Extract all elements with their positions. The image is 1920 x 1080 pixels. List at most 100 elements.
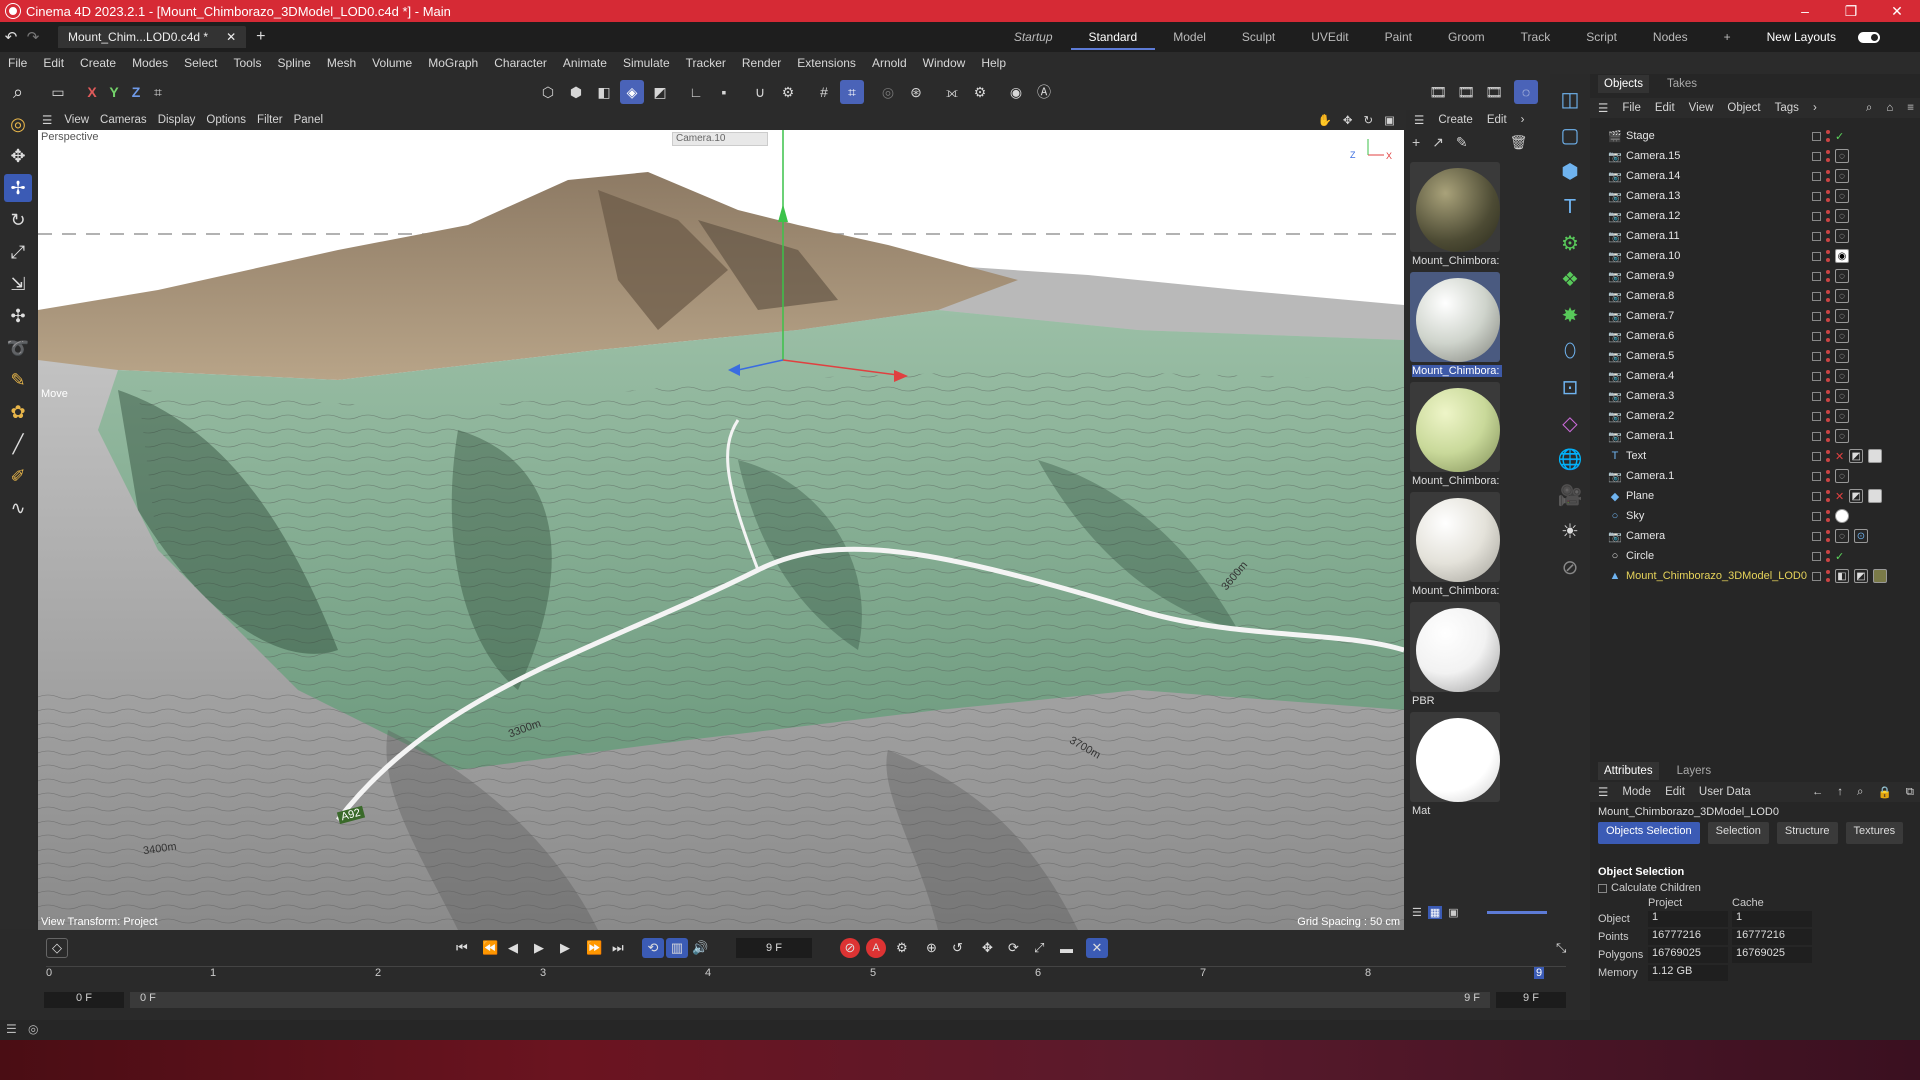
list-item[interactable]: ▲ Mount_Chimborazo_3DModel_LOD0 ◧ ◩ <box>1590 566 1920 586</box>
key-param-icon[interactable]: ⤢ <box>1034 938 1044 958</box>
maximize-button[interactable]: ❐ <box>1828 3 1874 20</box>
menu-file[interactable]: File <box>0 56 35 70</box>
lasso-tool-icon[interactable]: ➰ <box>4 334 32 362</box>
layout-sculpt[interactable]: Sculpt <box>1224 30 1293 44</box>
visibility-dots[interactable] <box>1826 250 1830 262</box>
layout-standard[interactable]: Standard <box>1070 24 1156 50</box>
material-swatch[interactable]: Mount_Chimbora: <box>1410 382 1500 492</box>
next-frame-icon[interactable]: ▶ <box>560 938 570 958</box>
enable-checkbox[interactable] <box>1812 251 1821 261</box>
delete-material-icon[interactable]: 🗑 <box>1510 134 1528 151</box>
enable-checkbox[interactable] <box>1812 371 1821 381</box>
key-position-icon[interactable]: ⊕ <box>926 938 937 958</box>
enable-checkbox[interactable] <box>1812 351 1821 361</box>
active-camera-tag[interactable]: Camera.10 <box>672 132 768 146</box>
object-menu-object[interactable]: Object <box>1727 102 1760 114</box>
list-item[interactable]: 📷 Camera.1 ◌ <box>1590 426 1920 446</box>
menu-arnold[interactable]: Arnold <box>864 56 915 70</box>
lock-icon[interactable]: 🔒 <box>1877 785 1891 799</box>
phong-tag-icon[interactable]: ◧ <box>1835 569 1849 583</box>
layout-uvedit[interactable]: UVEdit <box>1293 30 1366 44</box>
brush-tool-icon[interactable]: ╱ <box>4 430 32 458</box>
menu-simulate[interactable]: Simulate <box>615 56 678 70</box>
object-menu-file[interactable]: File <box>1622 102 1641 114</box>
enable-checkbox[interactable] <box>1812 271 1821 281</box>
structure-button[interactable]: Structure <box>1776 822 1838 844</box>
move-pivot-icon[interactable]: ✥ <box>4 142 32 170</box>
layout-startup[interactable]: Startup <box>996 30 1071 44</box>
list-item[interactable]: 📷 Camera.8 ◌ <box>1590 286 1920 306</box>
add-material-icon[interactable]: + <box>1412 134 1420 151</box>
visibility-dots[interactable] <box>1826 370 1830 382</box>
render-view-icon[interactable]: ◉ <box>1004 80 1028 104</box>
enable-checkbox[interactable] <box>1812 131 1821 141</box>
camera-tag-icon[interactable]: ◌ <box>1835 369 1849 383</box>
layout-track[interactable]: Track <box>1503 30 1569 44</box>
menu-render[interactable]: Render <box>734 56 789 70</box>
visibility-dots[interactable] <box>1826 170 1830 182</box>
enable-checkbox[interactable] <box>1812 511 1821 521</box>
select-tool-icon[interactable]: ◎ <box>4 110 32 138</box>
close-button[interactable]: ✕ <box>1874 3 1920 20</box>
layout-nodes[interactable]: Nodes <box>1635 30 1706 44</box>
new-window-icon[interactable]: ⧉ <box>1906 786 1920 799</box>
attribute-menu-user-data[interactable]: User Data <box>1699 786 1751 798</box>
object-menu-icon[interactable]: ☰ <box>1598 101 1608 115</box>
new-layouts-toggle[interactable] <box>1858 31 1880 43</box>
field-icon[interactable]: ⊡ <box>1555 372 1585 402</box>
list-item[interactable]: 📷 Camera.9 ◌ <box>1590 266 1920 286</box>
cube-primitive-icon[interactable]: ◫ <box>1555 84 1585 114</box>
disabled-tool-icon[interactable]: ⊘ <box>1555 552 1585 582</box>
camera-tag-icon[interactable]: ◌ <box>1835 409 1849 423</box>
start-frame-field[interactable]: 0 F <box>44 992 124 1008</box>
key-point-icon[interactable]: ✕ <box>1086 938 1108 958</box>
filter-icon[interactable]: ≡ <box>1907 102 1920 114</box>
generator-icon[interactable]: ⚙ <box>1555 228 1585 258</box>
camera-tag-icon[interactable]: ◌ <box>1835 309 1849 323</box>
attribute-menu-edit[interactable]: Edit <box>1665 786 1685 798</box>
visibility-dots[interactable] <box>1826 150 1830 162</box>
grid-view-icon[interactable]: ▦ <box>1427 906 1443 919</box>
visibility-dots[interactable] <box>1826 550 1830 562</box>
texture-tag-icon[interactable]: ◩ <box>1849 489 1864 503</box>
coordinate-system-icon[interactable]: ⌗ <box>146 80 170 104</box>
menu-create[interactable]: Create <box>72 56 124 70</box>
timeline-ruler[interactable]: 0 1 2 3 4 5 6 7 8 9 <box>46 966 1566 986</box>
object-menu-view[interactable]: View <box>1689 102 1714 114</box>
object-menu-edit[interactable]: Edit <box>1655 102 1675 114</box>
visibility-dots[interactable] <box>1826 350 1830 362</box>
menu-character[interactable]: Character <box>486 56 555 70</box>
check-icon[interactable]: ✓ <box>1835 550 1844 563</box>
arnold-render-icon[interactable]: Ⓐ <box>1032 80 1056 104</box>
tab-takes[interactable]: Takes <box>1667 78 1697 90</box>
symmetry-icon[interactable]: ⟗ <box>940 80 964 104</box>
preview-size-slider[interactable] <box>1486 911 1547 914</box>
enable-checkbox[interactable] <box>1812 411 1821 421</box>
list-item[interactable]: T Text ✕ ◩ <box>1590 446 1920 466</box>
undo-icon[interactable]: ↶ <box>0 28 22 46</box>
enable-checkbox[interactable] <box>1812 191 1821 201</box>
selection-button[interactable]: Selection <box>1707 822 1769 844</box>
enable-checkbox[interactable] <box>1812 491 1821 501</box>
playhead[interactable]: 9 <box>1534 967 1545 979</box>
axis-x-button[interactable]: X <box>80 80 104 104</box>
render-picture-viewer-icon[interactable]: 🎞 <box>1426 80 1450 104</box>
list-item[interactable]: 📷 Camera.13 ◌ <box>1590 186 1920 206</box>
spline-icon[interactable]: ⬯ <box>1555 336 1585 366</box>
visibility-dots[interactable] <box>1826 330 1830 342</box>
viewport-menu-options[interactable]: Options <box>206 114 257 126</box>
visibility-dots[interactable] <box>1826 210 1830 222</box>
pan-view-icon[interactable]: ✋ <box>1318 113 1343 127</box>
menu-mesh[interactable]: Mesh <box>319 56 364 70</box>
list-item[interactable]: ◆ Plane ✕ ◩ <box>1590 486 1920 506</box>
key-rotation-icon[interactable]: ↺ <box>952 938 963 958</box>
camera-tag-icon[interactable]: ◌ <box>1835 149 1849 163</box>
move-tool-icon[interactable]: ✢ <box>4 174 32 202</box>
grid-icon[interactable]: # <box>812 80 836 104</box>
menu-tools[interactable]: Tools <box>225 56 269 70</box>
material-tag-icon[interactable] <box>1873 569 1887 583</box>
camera-tag-icon[interactable]: ◌ <box>1835 429 1849 443</box>
textures-button[interactable]: Textures <box>1845 822 1904 844</box>
enable-checkbox[interactable] <box>1812 431 1821 441</box>
camera-tag-icon[interactable]: ◌ <box>1835 169 1849 183</box>
